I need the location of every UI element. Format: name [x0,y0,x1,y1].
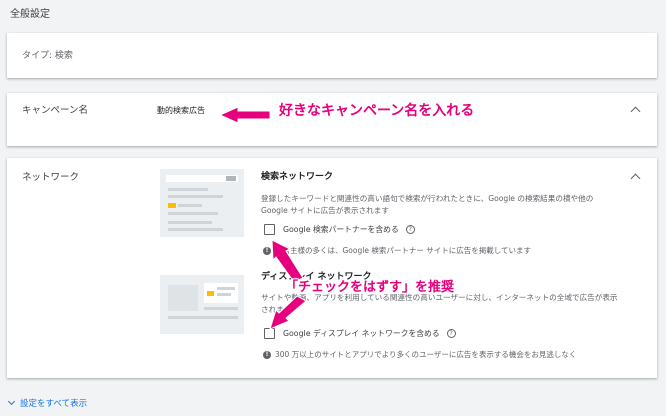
collapse-chevron-up-icon[interactable] [630,173,641,184]
search-network-title: 検索ネットワーク [261,172,334,182]
display-network-checkbox-label[interactable]: Google ディスプレイ ネットワークを含める [283,328,440,339]
network-label: ネットワーク [22,172,80,183]
help-icon[interactable]: ? [446,329,456,338]
display-network-checkbox[interactable] [264,328,275,339]
show-all-settings-link[interactable]: 設定をすべて表示 [7,397,87,409]
campaign-name-value[interactable]: 動的検索広告 [157,105,205,116]
show-all-settings-label[interactable]: 設定をすべて表示 [20,397,87,409]
search-partners-checkbox[interactable] [264,224,275,235]
type-card: タイプ: 検索 [7,33,657,78]
search-partners-checkbox-label[interactable]: Google 検索パートナーを含める [283,224,399,235]
display-network-illustration [160,266,244,334]
display-network-checkbox-row[interactable]: Google ディスプレイ ネットワークを含める ? [264,328,456,339]
page-title: 全般設定 [10,9,50,20]
campaign-type-text: タイプ: 検索 [22,51,73,61]
info-icon: ! [263,246,271,255]
search-partners-info: ! 広告主様の多くは、Google 検索パートナー サイトに広告を掲載しています [263,245,531,256]
search-network-description: 登録したキーワードと関連性の高い語句で検索が行われたときに、Google の検索… [261,194,594,215]
chevron-down-icon [7,397,16,406]
display-network-info: ! 300 万以上のサイトとアプリでより多くのユーザーに広告を表示する機会をお見… [263,349,576,360]
search-partners-checkbox-row[interactable]: Google 検索パートナーを含める ? [264,224,415,235]
display-network-info-text: 300 万以上のサイトとアプリでより多くのユーザーに広告を表示する機会をお見逃し… [275,350,577,359]
search-network-illustration [160,169,244,237]
info-icon: ! [263,350,271,359]
help-icon[interactable]: ? [405,225,415,234]
annotation-campaign-name-hint: 好きなキャンペーン名を入れる [279,103,475,119]
display-network-description: サイトや動画、アプリを利用している関連性の高いユーザーに対し、インターネットの全… [261,293,618,314]
campaign-name-label: キャンペーン名 [22,105,89,116]
search-partners-info-text: 広告主様の多くは、Google 検索パートナー サイトに広告を掲載しています [275,246,531,255]
annotation-uncheck-hint: 「チェックをはずす」を推奨 [285,280,455,295]
collapse-chevron-up-icon[interactable] [630,106,641,117]
network-card: ネットワーク 検索ネットワーク 登録したキーワードと関連性の高い語句で検索が行わ… [7,158,657,378]
